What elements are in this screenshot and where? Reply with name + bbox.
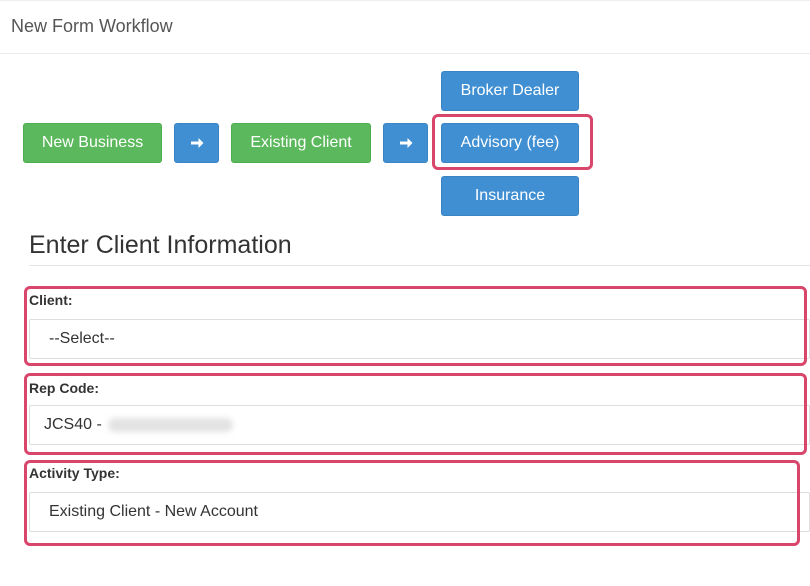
section-divider (29, 265, 810, 266)
existing-client-label: Existing Client (250, 134, 352, 151)
next-step-arrow-button-2[interactable] (383, 123, 428, 163)
section-title: Enter Client Information (29, 231, 292, 259)
activity-type-value: Existing Client - New Account (49, 503, 258, 520)
new-business-button[interactable]: New Business (23, 123, 162, 163)
page: New Form Workflow New Business Existing … (0, 0, 810, 586)
client-select-value: --Select-- (49, 330, 115, 347)
client-select[interactable]: --Select-- (29, 319, 810, 359)
activity-type-label: Activity Type: (29, 465, 120, 481)
header-bar: New Form Workflow (0, 0, 810, 54)
advisory-fee-label: Advisory (fee) (460, 134, 560, 151)
broker-dealer-label: Broker Dealer (460, 82, 560, 99)
rep-code-label: Rep Code: (29, 380, 99, 396)
arrow-right-icon (189, 135, 205, 151)
advisory-fee-button[interactable]: Advisory (fee) (441, 123, 579, 163)
rep-code-field[interactable]: JCS40 - (29, 405, 810, 445)
redacted-rep-name (107, 418, 233, 432)
insurance-label: Insurance (474, 187, 546, 204)
page-title: New Form Workflow (11, 16, 173, 36)
existing-client-button[interactable]: Existing Client (231, 123, 371, 163)
arrow-right-icon (398, 135, 414, 151)
client-label: Client: (29, 292, 73, 308)
broker-dealer-button[interactable]: Broker Dealer (441, 71, 579, 111)
insurance-button[interactable]: Insurance (441, 176, 579, 216)
rep-code-value: JCS40 - (44, 416, 102, 433)
activity-type-select[interactable]: Existing Client - New Account (29, 492, 810, 532)
next-step-arrow-button-1[interactable] (174, 123, 219, 163)
new-business-label: New Business (41, 134, 144, 151)
